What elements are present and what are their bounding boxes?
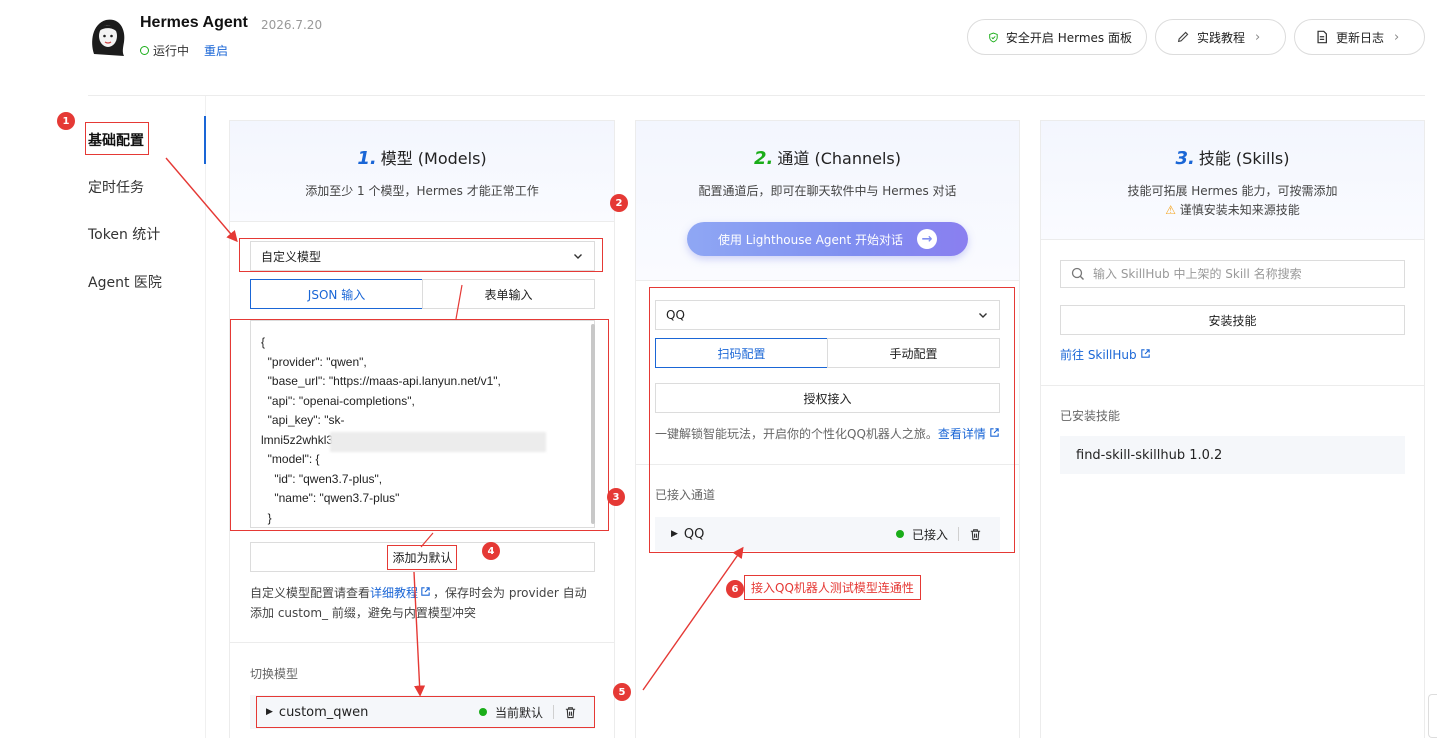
annotation-box-current-model [256, 696, 595, 728]
arrow-1-to-model-select [165, 157, 238, 243]
chevron-right-icon: › [1394, 29, 1400, 45]
skills-warning: ⚠ 谨慎安装未知来源技能 [1041, 201, 1424, 218]
skill-search-input[interactable] [1093, 267, 1393, 281]
sidebar-active-indicator [204, 116, 206, 164]
sidebar-item-scheduled-tasks[interactable]: 定时任务 [88, 177, 144, 197]
skills-step-number: 3. [1175, 148, 1195, 169]
restart-link[interactable]: 重启 [204, 42, 228, 59]
channels-title: 2. 通道 (Channels) [636, 145, 1019, 169]
annotation-box-add-default [387, 545, 457, 570]
tab-form-input[interactable]: 表单输入 [422, 279, 595, 309]
channels-title-text: 通道 (Channels) [777, 149, 901, 168]
skills-panel-header: 3. 技能 (Skills) 技能可拓展 Hermes 能力，可按需添加 ⚠ 谨慎… [1041, 121, 1424, 240]
detailed-guide-link[interactable]: 详细教程 [370, 586, 418, 600]
start-lighthouse-chat-button[interactable]: 使用 Lighthouse Agent 开始对话 → [687, 222, 968, 256]
agent-avatar [92, 19, 125, 56]
annotation-badge-4: 4 [482, 542, 500, 560]
start-lighthouse-chat-label: 使用 Lighthouse Agent 开始对话 [717, 232, 904, 247]
header-divider [88, 95, 1425, 96]
install-skill-button[interactable]: 安装技能 [1060, 305, 1405, 335]
status-online-icon [140, 46, 149, 55]
annotation-callout: 接入QQ机器人测试模型连通性 [744, 575, 921, 600]
annotation-badge-6: 6 [726, 580, 744, 598]
annotation-box-model-select [239, 238, 603, 272]
annotation-badge-1: 1 [57, 112, 75, 130]
annotation-badge-3: 3 [607, 488, 625, 506]
app-title: Hermes Agent [140, 14, 248, 31]
sidebar-item-agent-hospital[interactable]: Agent 医院 [88, 272, 162, 292]
app-version-date: 2026.7.20 [261, 18, 323, 32]
skills-divider [1041, 385, 1424, 386]
models-panel-header: 1. 模型 (Models) 添加至少 1 个模型，Hermes 才能正常工作 [230, 121, 614, 222]
external-link-icon [421, 587, 430, 596]
installed-skill-name: find-skill-skillhub 1.0.2 [1076, 447, 1223, 463]
models-note: 自定义模型配置请查看详细教程 ，保存时会为 provider 自动添加 custo… [250, 583, 595, 623]
annotation-box-basic-config [85, 122, 149, 155]
switch-model-label: 切换模型 [250, 667, 299, 681]
models-subtitle: 添加至少 1 个模型，Hermes 才能正常工作 [305, 184, 539, 198]
skills-subtitle: 技能可拓展 Hermes 能力，可按需添加 [1127, 184, 1338, 198]
warning-icon: ⚠ [1165, 203, 1176, 217]
skill-search-box[interactable] [1060, 260, 1405, 288]
external-link-icon [1140, 349, 1150, 358]
annotation-badge-5: 5 [613, 683, 631, 701]
installed-skill-item[interactable]: find-skill-skillhub 1.0.2 [1060, 436, 1405, 474]
goto-skillhub-link[interactable]: 前往 SkillHub [1060, 348, 1137, 362]
annotation-badge-2: 2 [610, 194, 628, 212]
models-title-text: 模型 (Models) [380, 149, 487, 168]
practice-guide-label: 实践教程 [1197, 30, 1246, 45]
sidebar-item-token-stats[interactable]: Token 统计 [88, 224, 160, 244]
changelog-label: 更新日志 [1336, 30, 1385, 45]
status-text: 运行中 [153, 44, 190, 58]
channels-step-number: 2. [754, 148, 774, 169]
models-divider [230, 642, 614, 643]
safe-open-panel-button[interactable]: 安全开启 Hermes 面板 [967, 19, 1147, 55]
channels-subtitle: 配置通道后，即可在聊天软件中与 Hermes 对话 [698, 184, 957, 198]
pencil-icon [1177, 31, 1189, 43]
changelog-button[interactable]: 更新日志 › [1294, 19, 1425, 55]
skillhub-link-row: 前往 SkillHub [1060, 345, 1151, 365]
channels-panel-header: 2. 通道 (Channels) 配置通道后，即可在聊天软件中与 Hermes 对… [636, 121, 1019, 281]
skills-warning-text: 谨慎安装未知来源技能 [1179, 203, 1300, 217]
models-step-number: 1. [357, 148, 377, 169]
floating-widget-edge[interactable] [1428, 694, 1437, 738]
tab-json-input[interactable]: JSON 输入 [250, 279, 423, 309]
annotation-box-channel [649, 287, 1015, 553]
installed-skills-label: 已安装技能 [1060, 409, 1121, 423]
models-title: 1. 模型 (Models) [230, 145, 614, 169]
arrow-right-icon: → [917, 229, 938, 249]
skills-panel: 3. 技能 (Skills) 技能可拓展 Hermes 能力，可按需添加 ⚠ 谨慎… [1040, 120, 1425, 738]
practice-guide-button[interactable]: 实践教程 › [1155, 19, 1286, 55]
search-icon [1071, 267, 1084, 280]
sidebar-divider [205, 96, 206, 738]
app-header: Hermes Agent 2026.7.20 运行中 重启 安全开启 Herme… [0, 0, 1437, 96]
models-note-prefix: 自定义模型配置请查看 [250, 586, 371, 600]
annotation-box-json [230, 319, 609, 531]
skills-title-text: 技能 (Skills) [1198, 149, 1290, 168]
document-icon [1317, 30, 1327, 44]
skills-title: 3. 技能 (Skills) [1041, 145, 1424, 169]
shield-check-icon [989, 32, 998, 42]
safe-open-panel-label: 安全开启 Hermes 面板 [1005, 30, 1132, 45]
chevron-right-icon: › [1255, 29, 1261, 45]
